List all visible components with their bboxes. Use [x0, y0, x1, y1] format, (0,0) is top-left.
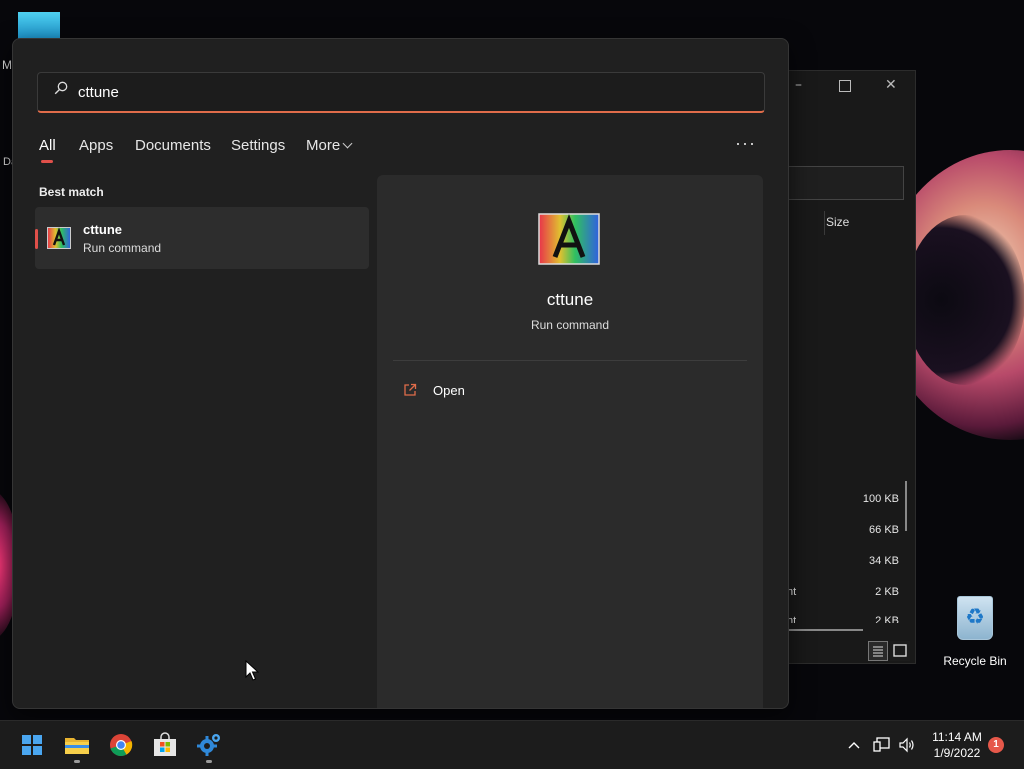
- more-options-button[interactable]: ···: [735, 133, 756, 154]
- system-clock[interactable]: 11:14 AM 1/9/2022: [918, 729, 996, 761]
- detail-title: cttune: [546, 290, 594, 309]
- taskbar: 11:14 AM 1/9/2022 1: [0, 720, 1024, 769]
- vertical-scrollbar[interactable]: [905, 481, 907, 531]
- tab-all[interactable]: All: [39, 137, 56, 163]
- chrome-taskbar-button[interactable]: [105, 729, 137, 761]
- tab-settings[interactable]: Settings: [231, 137, 285, 154]
- clock-time: 11:14 AM: [932, 730, 982, 744]
- desktop-icon[interactable]: [18, 12, 60, 40]
- file-size: 100 KB: [862, 493, 899, 505]
- file-explorer-window: – ✕ Size 100 KB 66 KB 34 KB nt 2 KB nt 2…: [770, 70, 916, 664]
- minimize-button[interactable]: –: [795, 77, 802, 93]
- recycle-bin-icon[interactable]: Recycle Bin: [940, 596, 1010, 668]
- clock-date: 1/9/2022: [933, 746, 981, 760]
- open-button[interactable]: Open: [397, 379, 737, 403]
- file-size: 2 KB: [875, 615, 899, 623]
- volume-icon[interactable]: [898, 736, 916, 754]
- cleartype-tuner-icon: [538, 213, 600, 265]
- settings-gear-icon: [197, 734, 220, 756]
- running-indicator: [206, 760, 212, 763]
- divider: [393, 360, 747, 361]
- recycle-bin-label: Recycle Bin: [943, 654, 1007, 668]
- result-details-pane: cttune Run command Open: [377, 175, 763, 708]
- file-size: 34 KB: [869, 555, 899, 567]
- file-size: 66 KB: [869, 524, 899, 536]
- desktop-icon-label: M: [2, 58, 12, 72]
- wallpaper-shadow: [905, 215, 1024, 385]
- active-tab-indicator: [41, 160, 53, 163]
- chevron-down-icon: [342, 138, 353, 149]
- windows-logo-icon: [22, 735, 42, 755]
- open-label: Open: [433, 383, 465, 398]
- notification-badge[interactable]: 1: [988, 737, 1004, 753]
- folder-icon: [65, 738, 89, 754]
- search-icon: [54, 81, 68, 95]
- maximize-button[interactable]: [839, 80, 851, 92]
- cttune-taskbar-button[interactable]: [193, 729, 225, 763]
- file-explorer-taskbar-button[interactable]: [61, 729, 93, 763]
- details-view-button[interactable]: [868, 641, 888, 661]
- tab-documents[interactable]: Documents: [135, 137, 211, 154]
- search-input[interactable]: [78, 81, 728, 103]
- search-panel: All Apps Documents Settings More ··· Bes…: [12, 38, 789, 709]
- horizontal-scrollbar[interactable]: [789, 629, 863, 631]
- column-separator: [824, 211, 825, 235]
- tiles-view-button[interactable]: [890, 641, 910, 661]
- size-column-header[interactable]: Size: [826, 215, 849, 229]
- running-indicator: [74, 760, 80, 763]
- search-field[interactable]: [771, 166, 904, 200]
- open-external-icon: [404, 383, 417, 396]
- result-subtitle: Run command: [83, 241, 162, 255]
- best-match-heading: Best match: [39, 185, 104, 199]
- store-taskbar-button[interactable]: [149, 729, 181, 761]
- selection-accent: [35, 229, 38, 249]
- search-box[interactable]: [37, 72, 765, 113]
- microsoft-store-icon: [154, 732, 176, 756]
- tab-apps[interactable]: Apps: [79, 137, 113, 154]
- recycle-bin-graphic: [957, 596, 993, 640]
- chevron-up-icon[interactable]: [846, 737, 862, 753]
- mouse-pointer-icon: [245, 660, 259, 681]
- cleartype-tuner-icon: [47, 227, 71, 249]
- start-button[interactable]: [16, 729, 48, 761]
- file-size: 2 KB: [875, 586, 899, 598]
- detail-subtitle: Run command: [530, 318, 610, 332]
- result-title: cttune: [83, 222, 122, 237]
- tab-label: More: [306, 137, 341, 154]
- tab-label: All: [39, 137, 56, 154]
- tab-more[interactable]: More: [306, 137, 353, 154]
- best-match-result[interactable]: cttune Run command: [35, 207, 369, 269]
- chrome-icon: [110, 734, 133, 757]
- network-icon[interactable]: [873, 736, 891, 754]
- close-button[interactable]: ✕: [885, 77, 897, 93]
